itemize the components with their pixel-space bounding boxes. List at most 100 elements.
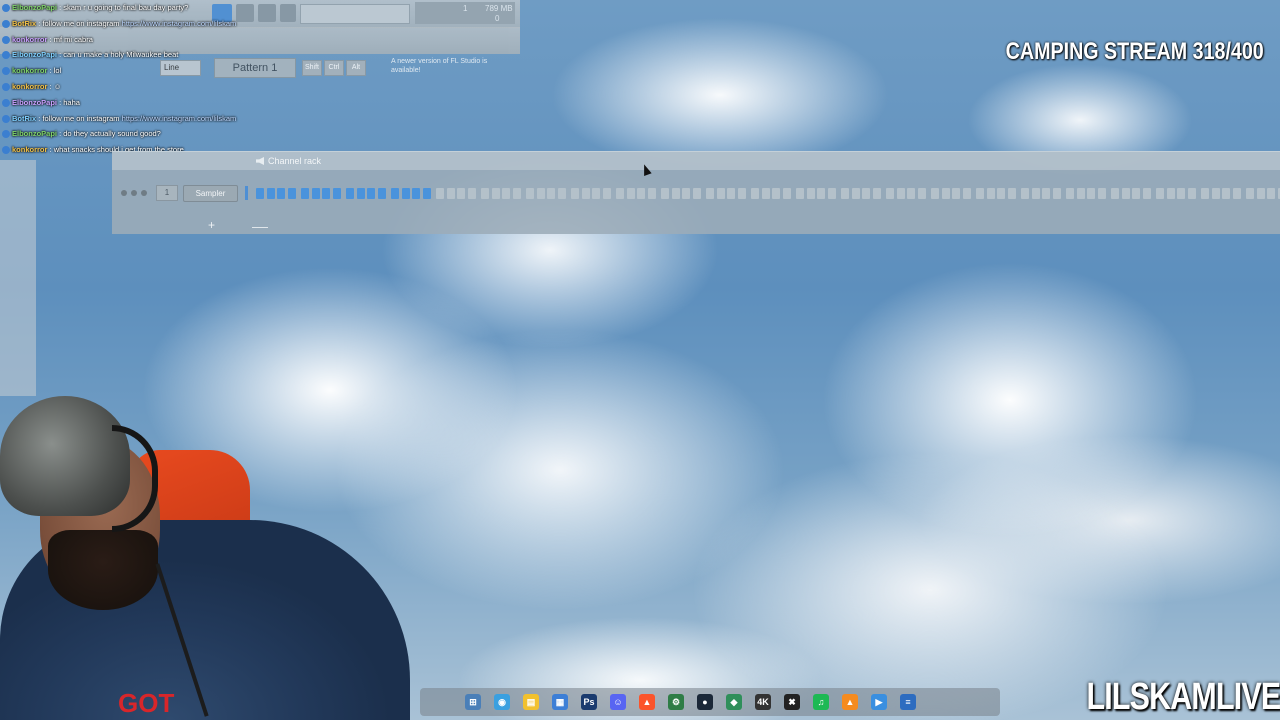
app-icon-3[interactable]: ▶ — [871, 694, 887, 710]
step-button[interactable] — [602, 188, 611, 199]
tempo-display[interactable] — [300, 4, 410, 24]
step-button[interactable] — [1246, 188, 1254, 199]
step-button[interactable] — [862, 188, 870, 199]
step-button[interactable] — [592, 188, 600, 199]
chat-username[interactable]: konkorror — [12, 145, 47, 154]
step-button[interactable] — [727, 188, 735, 199]
pan-knob[interactable] — [131, 190, 137, 196]
step-button[interactable] — [571, 188, 579, 199]
step-button[interactable] — [401, 188, 410, 199]
step-button[interactable] — [716, 188, 725, 199]
alt-button[interactable]: Alt — [346, 60, 366, 76]
step-button[interactable] — [356, 188, 365, 199]
step-button[interactable] — [1007, 188, 1016, 199]
step-button[interactable] — [581, 188, 590, 199]
step-button[interactable] — [997, 188, 1005, 199]
step-button[interactable] — [761, 188, 770, 199]
step-button[interactable] — [886, 188, 894, 199]
step-button[interactable] — [322, 188, 330, 199]
step-button[interactable] — [1256, 188, 1265, 199]
step-button[interactable] — [1076, 188, 1085, 199]
step-button[interactable] — [817, 188, 825, 199]
chat-username[interactable]: ElbonzoPapi — [12, 129, 57, 138]
chat-username[interactable]: ElbonzoPapi — [12, 3, 57, 12]
step-button[interactable] — [1087, 188, 1095, 199]
spotify-icon[interactable]: ♫ — [813, 694, 829, 710]
step-button[interactable] — [782, 188, 791, 199]
4k-icon[interactable]: 4K — [755, 694, 771, 710]
store-icon[interactable]: ▦ — [552, 694, 568, 710]
step-button[interactable] — [412, 188, 420, 199]
volume-knob[interactable] — [141, 190, 147, 196]
step-button[interactable] — [481, 188, 489, 199]
chat-username[interactable]: konkorror — [12, 35, 47, 44]
step-button[interactable] — [626, 188, 635, 199]
step-button[interactable] — [1052, 188, 1061, 199]
step-button[interactable] — [737, 188, 746, 199]
step-button[interactable] — [502, 188, 510, 199]
step-button[interactable] — [346, 188, 354, 199]
step-button[interactable] — [1201, 188, 1209, 199]
step-button[interactable] — [1267, 188, 1275, 199]
chat-username[interactable]: ElbonzoPapi — [12, 98, 57, 107]
step-button[interactable] — [301, 188, 309, 199]
step-button[interactable] — [917, 188, 926, 199]
chat-username[interactable]: BotRix — [12, 19, 36, 28]
step-button[interactable] — [616, 188, 624, 199]
chat-username[interactable]: BotRix — [12, 114, 36, 123]
discord-icon[interactable]: ☺ — [610, 694, 626, 710]
step-button[interactable] — [841, 188, 849, 199]
step-button[interactable] — [896, 188, 905, 199]
step-button[interactable] — [1066, 188, 1074, 199]
step-button[interactable] — [1166, 188, 1175, 199]
step-button[interactable] — [907, 188, 915, 199]
step-button[interactable] — [661, 188, 669, 199]
rack-scrollbar[interactable] — [252, 227, 268, 228]
file-explorer-icon[interactable]: ▤ — [523, 694, 539, 710]
step-button[interactable] — [256, 188, 264, 199]
step-button[interactable] — [446, 188, 455, 199]
step-button[interactable] — [772, 188, 780, 199]
step-button[interactable] — [671, 188, 680, 199]
step-button[interactable] — [391, 188, 399, 199]
step-button[interactable] — [962, 188, 971, 199]
photoshop-icon[interactable]: Ps — [581, 694, 597, 710]
step-button[interactable] — [457, 188, 465, 199]
step-button[interactable] — [682, 188, 690, 199]
step-button[interactable] — [557, 188, 566, 199]
step-button[interactable] — [941, 188, 950, 199]
step-button[interactable] — [1232, 188, 1241, 199]
step-button[interactable] — [1097, 188, 1106, 199]
capcut-icon[interactable]: ✖ — [784, 694, 800, 710]
step-button[interactable] — [976, 188, 984, 199]
step-button[interactable] — [872, 188, 881, 199]
step-button[interactable] — [1142, 188, 1151, 199]
brave-icon[interactable]: ▲ — [639, 694, 655, 710]
step-button[interactable] — [706, 188, 714, 199]
chat-username[interactable]: ElbonzoPapi — [12, 50, 57, 59]
app-icon[interactable]: ⚙ — [668, 694, 684, 710]
channel-level-bar[interactable] — [245, 186, 248, 200]
notepad-icon[interactable]: ≡ — [900, 694, 916, 710]
step-button[interactable] — [1031, 188, 1040, 199]
chat-link[interactable]: https://www.instagram.com/lilskam — [120, 19, 237, 28]
step-button[interactable] — [512, 188, 521, 199]
step-button[interactable] — [332, 188, 341, 199]
channel-rack-titlebar[interactable]: Channel rack — [112, 152, 1280, 170]
step-button[interactable] — [526, 188, 534, 199]
shift-button[interactable]: Shift — [302, 60, 322, 76]
step-button[interactable] — [277, 188, 285, 199]
chat-link[interactable]: https://www.instagram.com/lilskam — [120, 114, 237, 123]
step-button[interactable] — [287, 188, 296, 199]
step-button[interactable] — [266, 188, 275, 199]
add-channel-button[interactable]: + — [208, 218, 215, 232]
step-button[interactable] — [751, 188, 759, 199]
step-button[interactable] — [1177, 188, 1185, 199]
step-button[interactable] — [796, 188, 804, 199]
channel-button-sampler[interactable]: Sampler — [183, 185, 238, 202]
ctrl-button[interactable]: Ctrl — [324, 60, 344, 76]
step-button[interactable] — [647, 188, 656, 199]
step-button[interactable] — [311, 188, 320, 199]
chat-username[interactable]: konkorror — [12, 82, 47, 91]
step-button[interactable] — [806, 188, 815, 199]
